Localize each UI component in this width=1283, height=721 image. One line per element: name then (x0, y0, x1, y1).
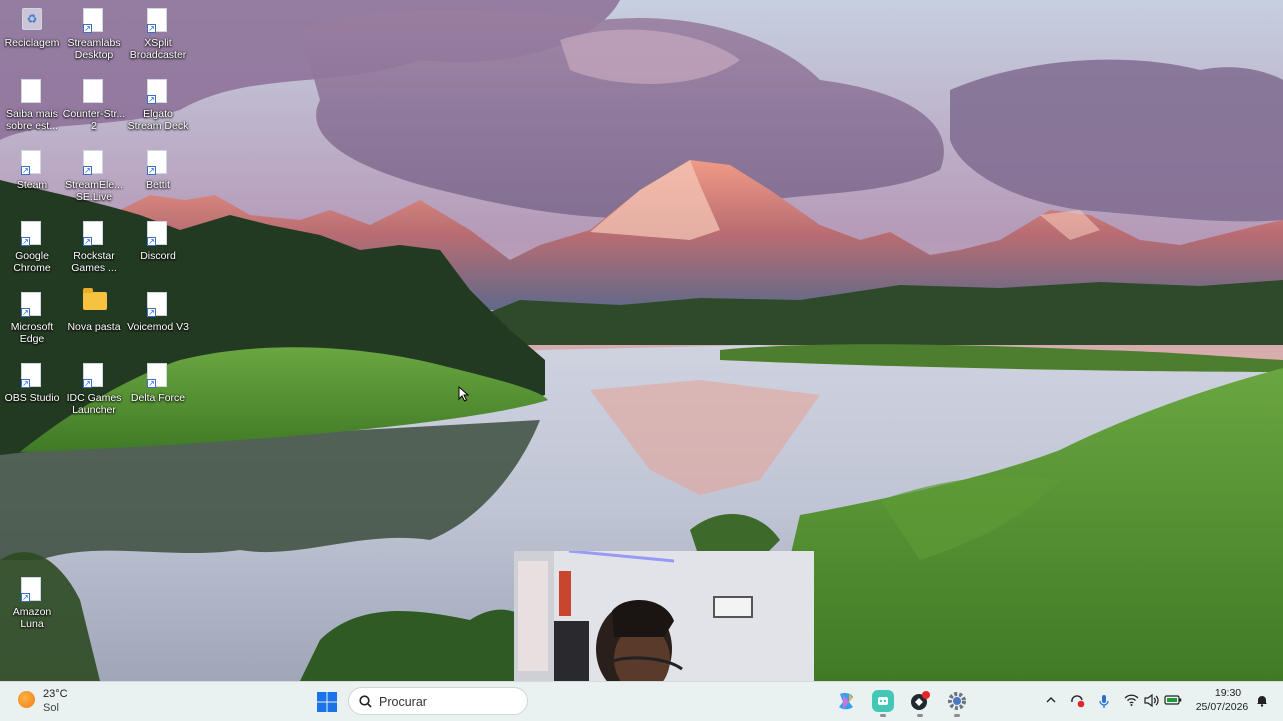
shortcut-arrow-icon: ↗ (147, 308, 156, 317)
desktop-icon-label: Saiba mais sobre est... (6, 108, 58, 132)
desktop-icon-streamlabs[interactable]: ↗ Streamlabs Desktop (62, 4, 126, 61)
shortcut-arrow-icon: ↗ (83, 237, 92, 246)
desktop-icon-label: Delta Force (130, 392, 186, 404)
settings-gear-icon (948, 692, 966, 710)
desktop-icon-saiba-mais[interactable]: Saiba mais sobre est... (0, 75, 64, 132)
recycle-bin-icon: ♻ (22, 8, 42, 30)
app-green-button[interactable] (872, 690, 894, 717)
desktop-icon-label: OBS Studio (4, 392, 60, 404)
desktop-icon-label: Streamlabs Desktop (67, 37, 121, 61)
desktop-icon-streamelements[interactable]: ↗ StreamEle... SE.Live (62, 146, 126, 203)
desktop-icon-rockstar[interactable]: ↗ Rockstar Games ... (62, 217, 126, 274)
desktop-icon-label: Rockstar Games ... (71, 250, 117, 274)
security-icon[interactable] (1070, 694, 1085, 711)
desktop-icon-discord[interactable]: ↗ Discord (126, 217, 190, 262)
desktop-icon-obs-studio[interactable]: ↗ OBS Studio (0, 359, 64, 404)
desktop-icon-label: StreamEle... SE.Live (65, 179, 123, 203)
desktop-icon-elgato[interactable]: ↗ Elgato Stream Deck (126, 75, 190, 132)
shortcut-arrow-icon: ↗ (147, 24, 156, 33)
mouse-cursor-icon (458, 385, 470, 407)
shortcut-arrow-icon: ↗ (147, 237, 156, 246)
desktop-icon-recycle-bin[interactable]: ♻ Reciclagem (0, 4, 64, 49)
settings-app-button[interactable] (946, 690, 968, 717)
app-green-icon (878, 697, 888, 705)
desktop-icon-label: Nova pasta (67, 321, 121, 333)
desktop-icon-label: Amazon Luna (12, 606, 52, 630)
battery-icon[interactable] (1164, 694, 1182, 709)
desktop-icon-delta-force[interactable]: ↗ Delta Force (126, 359, 190, 404)
search-icon (359, 695, 372, 708)
desktop-icon-xsplit[interactable]: ↗ XSplit Broadcaster (126, 4, 190, 61)
desktop-icon-amazon-luna[interactable]: ↗ Amazon Luna (0, 573, 64, 630)
clock-time: 19:30 (1214, 687, 1242, 699)
shortcut-arrow-icon: ↗ (147, 379, 156, 388)
shortcut-arrow-icon: ↗ (83, 24, 92, 33)
desktop-icon-voicemod[interactable]: ↗ Voicemod V3 (126, 288, 190, 333)
microphone-icon[interactable] (1099, 694, 1109, 712)
folder-icon (83, 288, 107, 310)
shortcut-arrow-icon: ↗ (21, 166, 30, 175)
shortcut-arrow-icon: ↗ (21, 237, 30, 246)
document-icon (21, 79, 41, 103)
shortcut-arrow-icon: ↗ (147, 95, 156, 104)
taskbar: 23°C Sol Procurar 19:30 25/07/2026 (0, 681, 1283, 721)
desktop-icon-label: Reciclagem (4, 37, 60, 49)
desktop-icon-label: Counter-Str... 2 (62, 108, 126, 132)
running-indicator (954, 714, 960, 717)
desktop-icon-label: XSplit Broadcaster (129, 37, 187, 61)
copilot-app-button[interactable] (835, 690, 857, 712)
shortcut-arrow-icon: ↗ (21, 593, 30, 602)
running-indicator (880, 714, 886, 717)
shortcut-arrow-icon: ↗ (83, 166, 92, 175)
volume-icon[interactable] (1144, 693, 1159, 710)
desktop-icon-bettit[interactable]: ↗ Bettit (126, 146, 190, 191)
desktop-icon-label: Microsoft Edge (10, 321, 54, 345)
windows-logo-icon (317, 692, 337, 712)
weather-condition: Sol (43, 702, 59, 714)
desktop-icon-label: Elgato Stream Deck (127, 108, 189, 132)
desktop-icon-idc-games[interactable]: ↗ IDC Games Launcher (62, 359, 126, 416)
desktop-icon-nova-pasta[interactable]: Nova pasta (62, 288, 126, 333)
app-badge-icon (911, 691, 930, 710)
desktop-icon-label: Discord (140, 250, 176, 262)
shortcut-arrow-icon: ↗ (147, 166, 156, 175)
shortcut-arrow-icon: ↗ (83, 379, 92, 388)
wifi-icon[interactable] (1124, 694, 1139, 709)
copilot-icon (839, 693, 853, 710)
weather-temperature: 23°C (43, 688, 68, 700)
desktop-icon-microsoft-edge[interactable]: ↗ Microsoft Edge (0, 288, 64, 345)
desktop-icon-google-chrome[interactable]: ↗ Google Chrome (0, 217, 64, 274)
weather-widget[interactable]: 23°C Sol (0, 682, 90, 721)
desktop-icon-label: Bettit (146, 179, 170, 191)
notification-bell-icon[interactable] (1256, 694, 1268, 712)
start-button[interactable] (316, 691, 338, 713)
chevron-up-icon[interactable] (1045, 694, 1057, 709)
shortcut-arrow-icon: ↗ (21, 379, 30, 388)
clock-date: 25/07/2026 (1195, 701, 1249, 713)
desktop-icon-steam[interactable]: ↗ Steam (0, 146, 64, 191)
document-icon (83, 79, 103, 103)
sun-icon (18, 691, 35, 708)
desktop-icon-label: Steam (16, 179, 48, 191)
desktop-icon-label: Google Chrome (13, 250, 51, 274)
taskbar-search-box[interactable]: Procurar (348, 687, 528, 715)
running-indicator (917, 714, 923, 717)
shortcut-arrow-icon: ↗ (21, 308, 30, 317)
desktop-icon-label: Voicemod V3 (127, 321, 189, 333)
desktop-icon-label: IDC Games Launcher (66, 392, 122, 416)
search-placeholder: Procurar (379, 695, 427, 709)
desktop-icon-counter-strike[interactable]: Counter-Str... 2 (62, 75, 126, 132)
app-badge-button[interactable] (909, 690, 931, 717)
